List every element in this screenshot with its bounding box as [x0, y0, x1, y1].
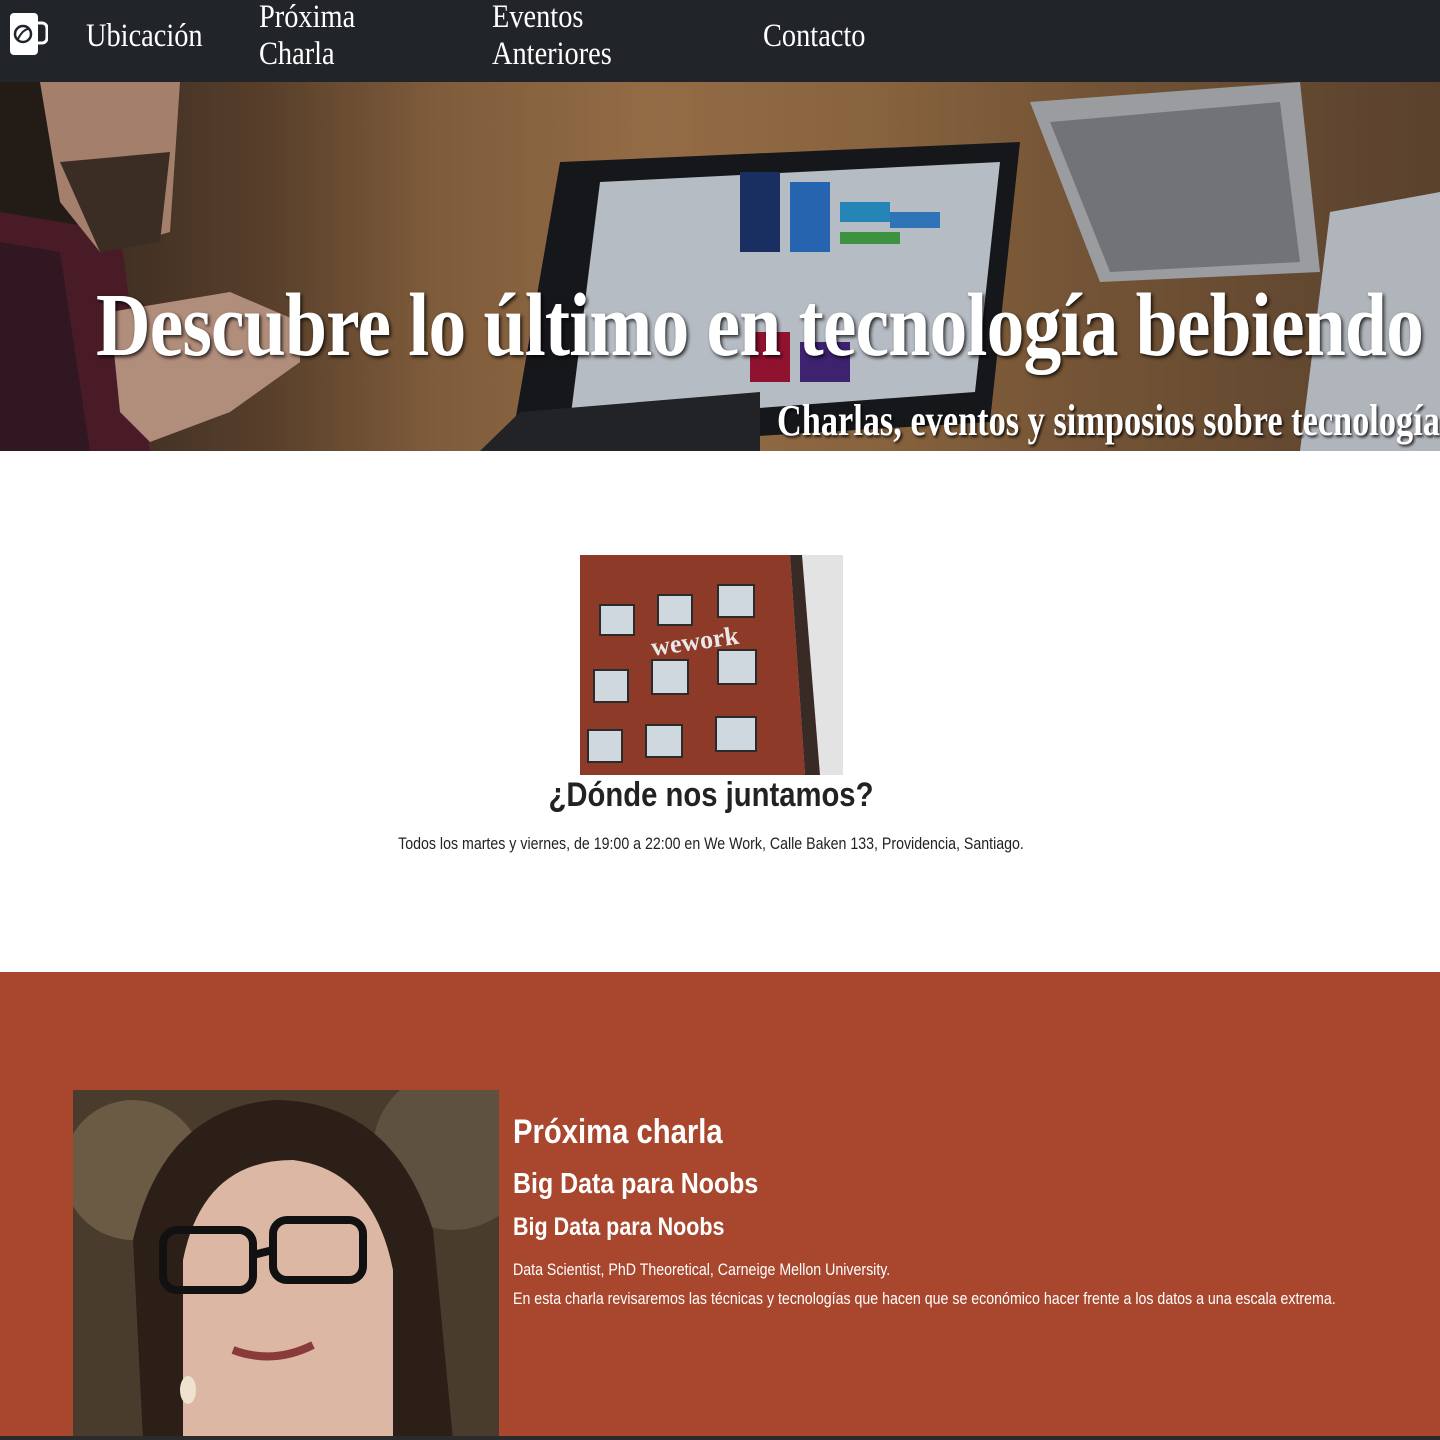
talk-description: En esta charla revisaremos las técnicas … [513, 1290, 1336, 1308]
speaker-credentials: Data Scientist, PhD Theoretical, Carneig… [513, 1261, 891, 1279]
next-talk-heading: Próxima charla [513, 1113, 723, 1151]
talk-info: Próxima charla Big Data para Noobs Big D… [513, 1110, 1413, 1314]
speaker-photo [73, 1090, 499, 1440]
coffee-mug-logo-icon[interactable] [8, 11, 49, 59]
nav-link-ubicacion[interactable]: Ubicación [86, 18, 211, 55]
nav-link-contacto[interactable]: Contacto [763, 18, 865, 55]
nav-links: Ubicación Próxima Charla Eventos Anterio… [86, 0, 910, 72]
wework-building-photo: wework [580, 555, 843, 775]
location-text: Todos los martes y viernes, de 19:00 a 2… [398, 835, 1024, 853]
hero-banner: Descubre lo último en tecnología bebiend… [0, 82, 1440, 451]
nav-link-proxima-charla[interactable]: Próxima Charla [259, 0, 435, 73]
bottom-edge [0, 1436, 1440, 1440]
talk-title: Big Data para Noobs [513, 1168, 759, 1200]
navbar: Ubicación Próxima Charla Eventos Anterio… [0, 0, 1440, 82]
location-title: ¿Dónde nos juntamos? [548, 776, 874, 814]
hero-subtitle: Charlas, eventos y simposios sobre tecno… [777, 396, 1440, 445]
hero-title: Descubre lo último en tecnología bebiend… [96, 276, 1440, 375]
nav-link-eventos-anteriores[interactable]: Eventos Anteriores [492, 0, 701, 73]
next-talk-section: Próxima charla Big Data para Noobs Big D… [0, 972, 1440, 1440]
talk-subtitle: Big Data para Noobs [513, 1213, 725, 1241]
location-section: wework ¿Dónde nos juntamos? Todos los ma… [0, 451, 1440, 972]
